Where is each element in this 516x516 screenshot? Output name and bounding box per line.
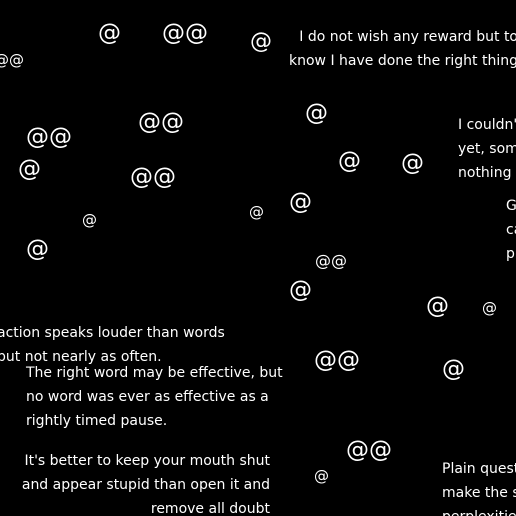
quote-block: Go ca pl (506, 194, 516, 266)
quote-line: perplexities (442, 505, 516, 516)
quote-block: I do not wish any reward but to know I h… (289, 25, 516, 73)
quote-line: nothing el (458, 165, 516, 181)
quote-line: action speaks louder than words (0, 325, 225, 341)
quote-line: I do not wish any reward but to (299, 29, 516, 45)
at-symbol: @ (98, 20, 121, 46)
at-symbol: @ (314, 467, 329, 485)
quote-block: The right word may be effective, but no … (26, 361, 283, 433)
at-symbol: @@ (162, 20, 208, 46)
at-symbol: @ (249, 203, 264, 221)
at-symbol: @ (338, 148, 361, 174)
at-symbol: @ (289, 189, 312, 215)
at-symbol: @@ (346, 437, 392, 463)
at-symbol: @ (426, 293, 449, 319)
quote-line: ca (506, 222, 516, 238)
at-symbol: @@ (315, 251, 347, 270)
at-symbol: @@ (130, 164, 176, 190)
quote-line: make the sh (442, 485, 516, 501)
at-symbol: @ (18, 156, 41, 182)
quote-line: It's better to keep your mouth shut (24, 453, 270, 469)
quote-line: remove all doubt (150, 501, 270, 516)
at-symbol: @ (401, 150, 424, 176)
quote-line: Plain questio (442, 461, 516, 477)
screen-canvas: @ @@ @ @ @ @ @ @ @ @ @ @ @ @ @ @ @ @ @ @ @ @ … (0, 0, 516, 516)
at-symbol: @ (250, 29, 272, 54)
at-symbol: @@ (0, 51, 24, 69)
at-symbol: @ (305, 100, 328, 126)
at-symbol: @ (482, 299, 497, 317)
quote-line: rightly timed pause. (26, 413, 168, 429)
quote-block: I couldn't yet, some nothing el (458, 113, 516, 185)
at-symbol: @@ (314, 347, 360, 373)
at-symbol: @@ (26, 124, 72, 150)
quote-line: The right word may be effective, but (26, 365, 283, 381)
quote-line: and appear stupid than open it and (21, 477, 270, 493)
quote-block: Plain questio make the sh perplexities (442, 457, 516, 516)
at-symbol: @ (289, 277, 312, 303)
quote-block: It's better to keep your mouth shut and … (22, 449, 270, 516)
at-symbol: @ (82, 211, 97, 229)
quote-line: know I have done the right thing (289, 53, 516, 69)
quote-line: yet, some (458, 141, 516, 157)
quote-line: pl (506, 246, 516, 262)
quote-line: I couldn't (458, 117, 516, 133)
quote-line: no word was ever as effective as a (26, 389, 269, 405)
at-symbol: @ (442, 356, 465, 382)
at-symbol: @@ (138, 109, 184, 135)
at-symbol: @ (26, 236, 49, 262)
quote-line: Go (506, 198, 516, 214)
